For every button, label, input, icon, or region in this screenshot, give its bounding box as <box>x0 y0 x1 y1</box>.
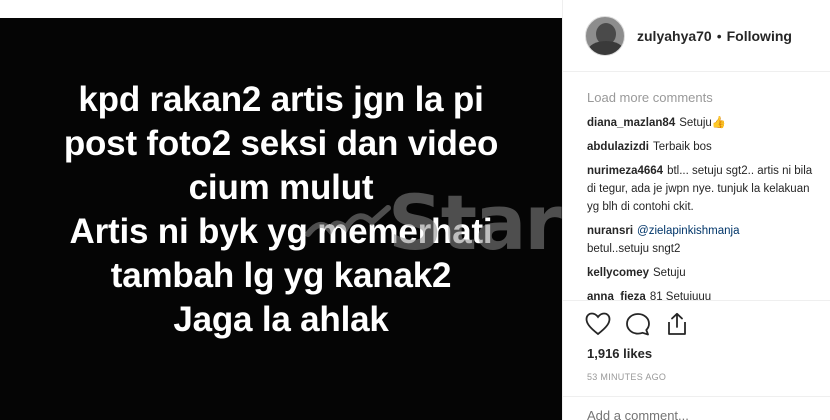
post-text-line: kpd rakan2 artis jgn la pi <box>78 80 484 119</box>
heart-icon[interactable] <box>585 312 611 336</box>
mstar-watermark-logo: Star <box>300 178 562 268</box>
post-image[interactable]: kpd rakan2 artis jgn la pi post foto2 se… <box>0 18 562 420</box>
comment-mention-link[interactable]: @zielapinkishmanja <box>637 225 739 237</box>
comment-username[interactable]: kellycomey <box>587 267 649 279</box>
likes-count[interactable]: 1,916 likes <box>587 346 652 361</box>
comment-item: kellycomey Setuju <box>587 264 823 282</box>
post-actions-section: 1,916 likes 53 MINUTES AGO <box>563 300 830 420</box>
post-text-line: post foto2 seksi dan video <box>63 124 499 163</box>
comment-text: Setuju👍 <box>679 117 727 129</box>
comment-text: betul..setuju sngt2 <box>587 243 681 255</box>
top-band <box>0 0 562 18</box>
comment-username[interactable]: abdulazizdi <box>587 141 649 153</box>
add-comment-input[interactable] <box>587 408 807 420</box>
comment-username[interactable]: diana_mazlan84 <box>587 117 675 129</box>
load-more-comments-link[interactable]: Load more comments <box>587 88 823 108</box>
comment-username[interactable]: nurimeza4664 <box>587 165 663 177</box>
divider <box>563 396 830 397</box>
comment-item: abdulazizdi Terbaik bos <box>587 138 823 156</box>
share-upload-icon[interactable] <box>665 312 689 336</box>
comment-text: Setuju <box>653 267 686 279</box>
comment-item: nurimeza4664 btl... setuju sgt2.. artis n… <box>587 162 823 216</box>
following-button[interactable]: Following <box>727 28 792 44</box>
comment-item: diana_mazlan84 Setuju👍 <box>587 114 823 132</box>
user-avatar[interactable] <box>585 15 625 56</box>
post-side-panel: zulyahya70 • Following Load more comment… <box>562 0 830 420</box>
post-header: zulyahya70 • Following <box>563 0 830 72</box>
comment-username[interactable]: nuransri <box>587 225 633 237</box>
comment-item: nuransri @zielapinkishmanja betul..setuju… <box>587 222 823 258</box>
action-icons <box>585 312 689 336</box>
post-timestamp: 53 MINUTES AGO <box>587 372 667 382</box>
comment-bubble-icon[interactable] <box>625 312 651 336</box>
comments-list: Load more comments diana_mazlan84 Setuju👍… <box>587 88 823 309</box>
post-text-line: Jaga la ahlak <box>173 300 389 339</box>
header-separator: • <box>716 27 722 44</box>
header-username[interactable]: zulyahya70 <box>637 28 712 44</box>
comment-text: Terbaik bos <box>652 141 712 153</box>
